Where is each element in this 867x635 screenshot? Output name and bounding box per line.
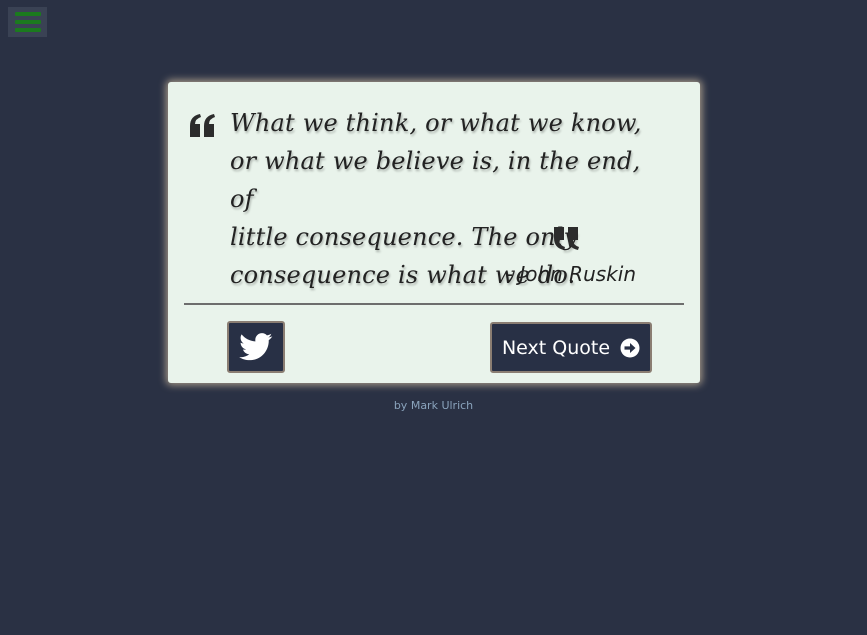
next-quote-button[interactable]: Next Quote [490,322,652,373]
quote-left-icon [190,114,215,137]
quote-author: - John Ruskin [505,262,636,286]
twitter-icon [239,333,273,361]
menu-bar [14,28,41,32]
quote-line: What we think, or what we know, [230,109,642,137]
credit-line: by Mark Ulrich [0,399,867,412]
tweet-button[interactable] [227,321,285,373]
hamburger-menu-icon[interactable] [8,7,47,37]
credit-prefix: by [393,399,408,412]
quote-line: or what we believe is, in the end, of [230,147,641,213]
author-link[interactable]: Mark Ulrich [411,399,473,412]
quote-line: little consequence. The only [230,223,578,251]
quote-right-icon [554,227,579,250]
divider [184,303,684,305]
menu-bar [14,12,41,16]
menu-bar [14,20,41,24]
next-quote-label: Next Quote [501,336,611,359]
arrow-circle-right-icon [620,338,640,357]
